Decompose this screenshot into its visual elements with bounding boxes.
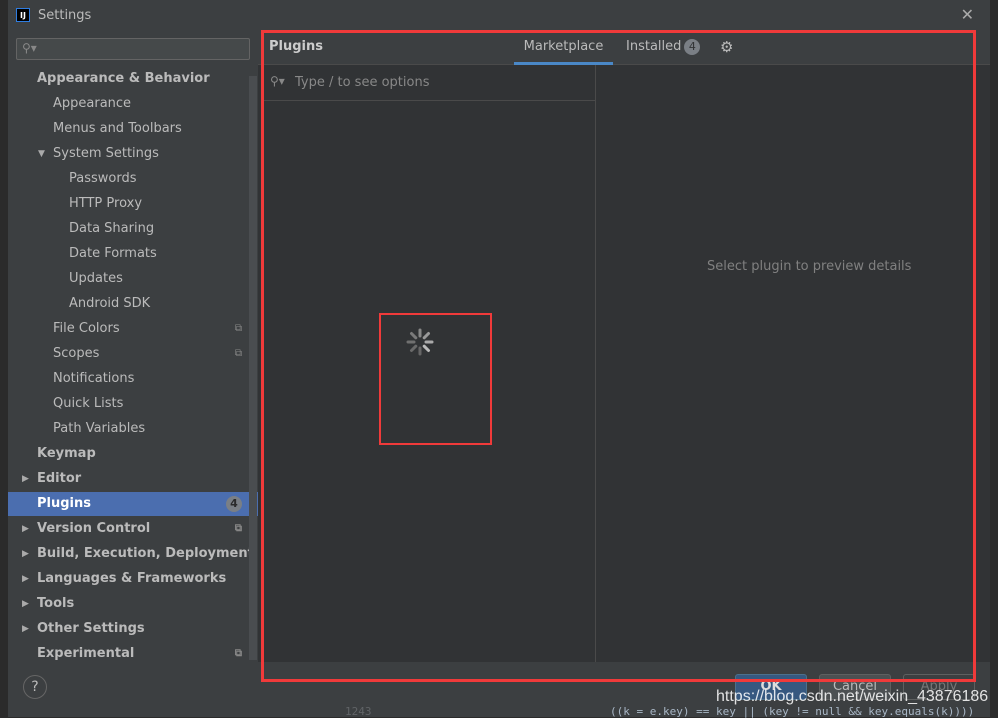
sidebar-item-version-control[interactable]: ▶ Version Control ⧉: [8, 517, 258, 541]
sidebar-item-label: Editor: [37, 471, 82, 486]
settings-search-input[interactable]: ⚲▾: [16, 38, 250, 60]
sidebar-item-label: Build, Execution, Deployment: [37, 546, 254, 561]
project-scope-icon: ⧉: [234, 523, 242, 534]
chevron-right-icon[interactable]: ▶: [22, 467, 29, 491]
sidebar-item-label: Date Formats: [69, 246, 157, 261]
project-scope-icon: ⧉: [234, 323, 242, 334]
sidebar-item-label: Updates: [69, 271, 123, 286]
background-editor-edge: [0, 0, 8, 717]
chevron-down-icon[interactable]: ▼: [38, 142, 45, 166]
sidebar-item-label: Quick Lists: [53, 396, 124, 411]
sidebar-item-build-execution-deployment[interactable]: ▶ Build, Execution, Deployment: [8, 542, 258, 566]
sidebar-item-languages-frameworks[interactable]: ▶ Languages & Frameworks: [8, 567, 258, 591]
code-text: ((k = e.key) == key || (key != null && k…: [610, 705, 975, 718]
cancel-button[interactable]: Cancel: [819, 674, 891, 700]
sidebar-item-label: Data Sharing: [69, 221, 155, 236]
close-icon[interactable]: ✕: [961, 5, 974, 24]
installed-count-badge: 4: [684, 39, 701, 55]
sidebar-item-label: Notifications: [53, 371, 135, 386]
sidebar-item-plugins[interactable]: Plugins 4: [8, 492, 258, 516]
sidebar-item-label: Languages & Frameworks: [37, 571, 227, 586]
window-title: Settings: [38, 7, 92, 23]
sidebar-item-android-sdk[interactable]: Android SDK: [8, 292, 258, 316]
sidebar-item-label: Passwords: [69, 171, 137, 186]
intellij-logo-icon: IJ: [16, 8, 30, 22]
sidebar-item-updates[interactable]: Updates: [8, 267, 258, 291]
sidebar-scrollbar[interactable]: [249, 76, 257, 660]
plugin-search-input[interactable]: ⚲▾ Type / to see options: [262, 65, 595, 101]
sidebar-item-passwords[interactable]: Passwords: [8, 167, 258, 191]
sidebar-item-label: Keymap: [37, 446, 96, 461]
search-icon: ⚲▾: [270, 74, 285, 88]
detail-placeholder: Select plugin to preview details: [707, 259, 912, 274]
chevron-right-icon[interactable]: ▶: [22, 617, 29, 641]
sidebar-item-label: Appearance & Behavior: [37, 71, 210, 86]
apply-button[interactable]: Apply: [903, 674, 975, 700]
plugins-header: Plugins Marketplace Installed 4 ⚙: [258, 30, 990, 65]
search-placeholder: Type / to see options: [295, 75, 430, 90]
sidebar-item-label: HTTP Proxy: [69, 196, 143, 211]
chevron-right-icon[interactable]: ▶: [22, 592, 29, 616]
project-scope-icon: ⧉: [234, 348, 242, 359]
sidebar-item-keymap[interactable]: Keymap: [8, 442, 258, 466]
chevron-right-icon[interactable]: ▶: [22, 517, 29, 541]
loading-spinner-icon: [406, 328, 434, 356]
settings-sidebar: ⚲▾ Appearance & Behavior Appearance Menus …: [8, 30, 258, 662]
sidebar-item-label: Appearance: [53, 96, 132, 111]
sidebar-item-label: Android SDK: [69, 296, 151, 311]
ok-button[interactable]: OK: [735, 674, 807, 700]
tab-label: Marketplace: [523, 39, 604, 54]
chevron-right-icon[interactable]: ▶: [22, 542, 29, 566]
plugins-count-badge: 4: [226, 496, 242, 512]
chevron-right-icon[interactable]: ▶: [22, 567, 29, 591]
settings-dialog: IJ Settings ✕ ⚲▾ Appearance & Behavior Ap…: [8, 0, 990, 717]
sidebar-item-quick-lists[interactable]: Quick Lists: [8, 392, 258, 416]
gear-icon[interactable]: ⚙: [720, 38, 733, 56]
plugins-panel: Plugins Marketplace Installed 4 ⚙ ⚲▾ Type…: [258, 30, 990, 662]
sidebar-item-appearance[interactable]: Appearance: [8, 92, 258, 116]
sidebar-item-label: File Colors: [53, 321, 120, 336]
sidebar-item-system-settings[interactable]: ▼ System Settings: [8, 142, 258, 166]
sidebar-item-label: Path Variables: [53, 421, 146, 436]
sidebar-item-file-colors[interactable]: File Colors ⧉: [8, 317, 258, 341]
sidebar-item-tools[interactable]: ▶ Tools: [8, 592, 258, 616]
sidebar-item-date-formats[interactable]: Date Formats: [8, 242, 258, 266]
sidebar-item-label: Menus and Toolbars: [53, 121, 182, 136]
plugin-list-panel: ⚲▾ Type / to see options: [262, 65, 596, 662]
sidebar-item-label: Plugins: [37, 496, 91, 511]
sidebar-item-data-sharing[interactable]: Data Sharing: [8, 217, 258, 241]
page-title: Plugins: [269, 39, 323, 54]
sidebar-item-http-proxy[interactable]: HTTP Proxy: [8, 192, 258, 216]
sidebar-item-scopes[interactable]: Scopes ⧉: [8, 342, 258, 366]
sidebar-item-other-settings[interactable]: ▶ Other Settings: [8, 617, 258, 641]
sidebar-item-menus-and-toolbars[interactable]: Menus and Toolbars: [8, 117, 258, 141]
sidebar-item-path-variables[interactable]: Path Variables: [8, 417, 258, 441]
help-button[interactable]: ?: [23, 675, 47, 699]
sidebar-item-editor[interactable]: ▶ Editor: [8, 467, 258, 491]
tab-marketplace[interactable]: Marketplace: [514, 30, 613, 65]
sidebar-item-notifications[interactable]: Notifications: [8, 367, 258, 391]
tab-label: Installed: [626, 39, 682, 54]
search-icon: ⚲▾: [22, 41, 37, 55]
sidebar-item-label: Tools: [37, 596, 75, 611]
sidebar-item-label: Scopes: [53, 346, 100, 361]
title-bar: IJ Settings ✕: [8, 0, 990, 30]
sidebar-item-appearance-behavior[interactable]: Appearance & Behavior: [8, 67, 258, 91]
sidebar-item-label: Version Control: [37, 521, 151, 536]
line-number: 1243: [345, 705, 372, 718]
tab-installed[interactable]: Installed 4: [626, 30, 701, 65]
sidebar-item-label: Other Settings: [37, 621, 145, 636]
sidebar-item-label: System Settings: [53, 146, 159, 161]
